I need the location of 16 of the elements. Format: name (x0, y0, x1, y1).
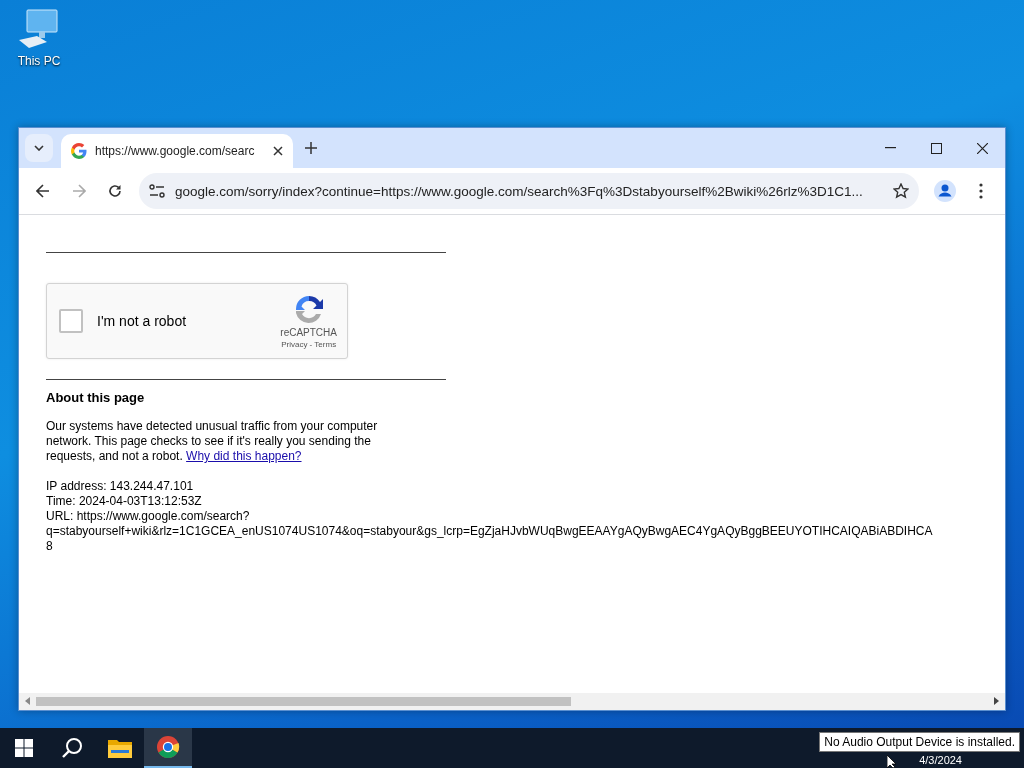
clock-date[interactable]: 4/3/2024 (919, 754, 962, 767)
detail-line: IP address: 143.244.47.101 (46, 479, 195, 494)
why-link[interactable]: Why did this happen? (186, 449, 302, 463)
detail-line: URL: https://www.google.com/search? (46, 509, 251, 524)
browser-tab[interactable]: https://www.google.com/searc (61, 134, 293, 168)
detail-line: q=stabyourself+wiki&rlz=1C1GCEA_enUS1074US1074&oq=stabyour&gs_lcrp=EgZjaHJvbWUqBwgEEAAYgAQyBwgAEC4YgAQyBggBEEUYOTIHCAIQABiABDIHCA (46, 524, 934, 539)
captcha-label: I'm not a robot (97, 313, 188, 329)
privacy-terms-links[interactable]: Privacy - Terms (281, 340, 337, 349)
explanation-paragraph: Our systems have detected unusual traffic from your computer network. This page checks to see if it's really you sending the requests, and not a robot. Why did this happen? (46, 419, 379, 464)
tooltip: No Audio Output Device is installed. (819, 732, 1020, 752)
section-heading: About this page (46, 390, 146, 405)
desktop-icon-label[interactable]: This PC (17, 54, 61, 68)
captcha-brand: reCAPTCHA (280, 327, 337, 338)
address-bar[interactable]: google.com/sorry/index?continue=https://www.google.com/search%3Fq%3Dstabyourself%2Bwiki%26rlz%3D1C1... (139, 173, 919, 209)
detail-line: Time: 2024-04-03T13:12:53Z (46, 494, 203, 509)
detail-line: 8 (46, 539, 54, 554)
